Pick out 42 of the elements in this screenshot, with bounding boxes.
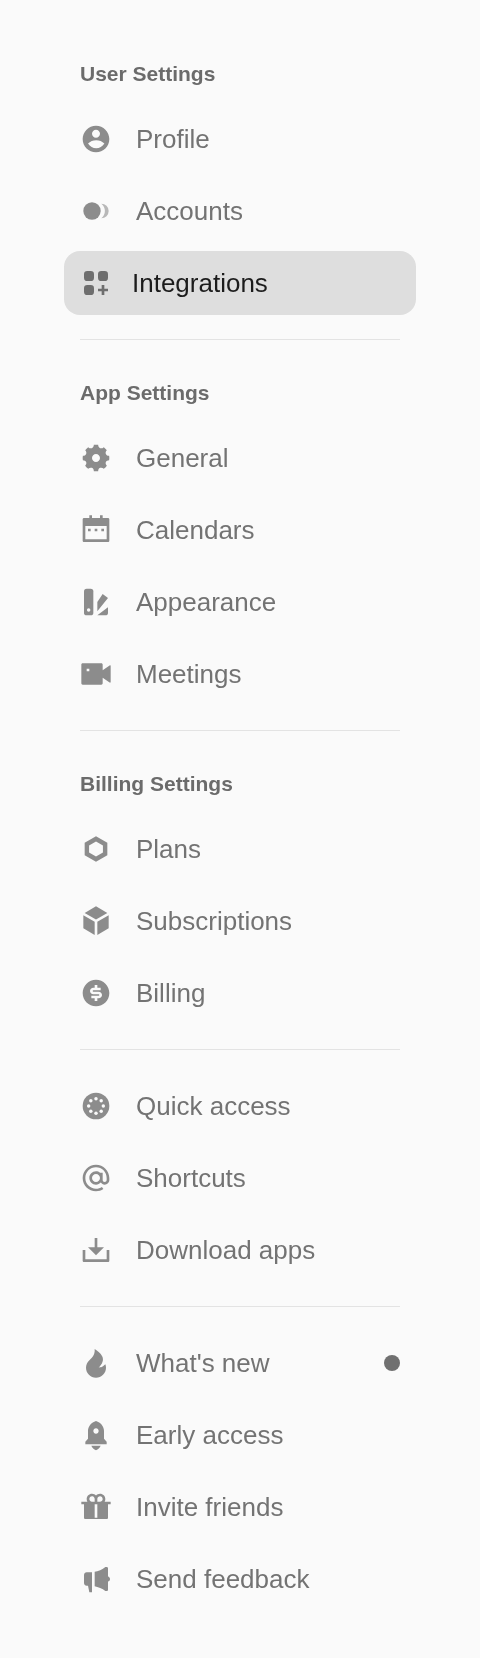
menu-item[interactable]: Billing — [64, 961, 416, 1025]
menu-item-label: Shortcuts — [136, 1161, 247, 1195]
at-sign-icon — [80, 1162, 112, 1194]
menu-item-label: Calendars — [136, 513, 256, 547]
menu-item-label: General — [136, 441, 230, 475]
menu-item-label: Billing — [136, 976, 207, 1010]
menu-item-label: Plans — [136, 832, 203, 866]
menu-item[interactable]: Accounts — [64, 179, 416, 243]
menu-item-label: Meetings — [136, 657, 243, 691]
menu-item-label: Subscriptions — [136, 904, 294, 938]
menu-item[interactable]: Shortcuts — [64, 1146, 416, 1210]
menu-item-label: Quick access — [136, 1089, 292, 1123]
menu-item[interactable]: Plans — [64, 817, 416, 881]
section-heading: User Settings — [79, 61, 217, 87]
menu-item-label: What's new — [136, 1346, 271, 1380]
menu-item-label: Accounts — [136, 194, 244, 228]
menu-item[interactable]: What's new — [64, 1331, 416, 1395]
menu-item[interactable]: General — [64, 426, 416, 490]
menu-item-label: Download apps — [136, 1233, 317, 1267]
menu-item[interactable]: Invite friends — [64, 1475, 416, 1539]
section-heading: App Settings — [79, 380, 211, 406]
settings-icon — [80, 442, 112, 474]
menu-item[interactable]: Early access — [64, 1403, 416, 1467]
menu-item-label: Early access — [136, 1418, 285, 1452]
section-heading: Billing Settings — [79, 771, 234, 797]
menu-item[interactable]: Meetings — [64, 642, 416, 706]
dotted-circle-icon — [80, 1090, 112, 1122]
menu-item-label: Appearance — [136, 585, 278, 619]
menu-item-label: Invite friends — [136, 1490, 285, 1524]
menu-item-label: Integrations — [132, 266, 269, 300]
menu-item[interactable]: Integrations — [64, 251, 416, 315]
dollar-icon — [80, 977, 112, 1009]
menu-item[interactable]: Profile — [64, 107, 416, 171]
menu-item[interactable]: Quick access — [64, 1074, 416, 1138]
menu-item[interactable]: Calendars — [64, 498, 416, 562]
menu-item-label: Profile — [136, 122, 211, 156]
menu-item[interactable]: Subscriptions — [64, 889, 416, 953]
menu-item[interactable]: Download apps — [64, 1218, 416, 1282]
menu-item[interactable]: Send feedback — [64, 1547, 416, 1611]
menu-item[interactable]: Appearance — [64, 570, 416, 634]
cube-icon — [80, 905, 112, 937]
menu-item-label: Send feedback — [136, 1562, 311, 1596]
